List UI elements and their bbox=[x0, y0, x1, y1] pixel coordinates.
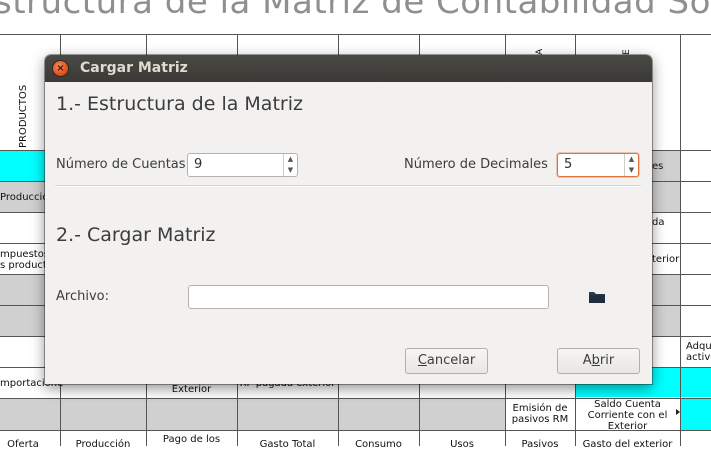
chevron-down-icon[interactable]: ▼ bbox=[284, 165, 297, 176]
cancel-button[interactable]: Cancelar bbox=[405, 348, 488, 374]
num-cuentas-label: Número de Cuentas: bbox=[56, 157, 190, 172]
cell-saldo: Saldo Cuenta Corriente con el Exterior bbox=[587, 399, 668, 432]
cell-fragment: Adqu activo bbox=[686, 341, 711, 363]
open-button[interactable]: Abrir bbox=[557, 348, 640, 374]
num-decimales-label: Número de Decimales bbox=[404, 157, 548, 172]
bottom-cell: Consumo bbox=[355, 439, 402, 450]
cell-shaded bbox=[652, 181, 680, 212]
cargar-matriz-dialog: × Cargar Matriz 1.- Estructura de la Mat… bbox=[45, 55, 652, 384]
cell-shaded bbox=[0, 305, 45, 337]
cell-shaded bbox=[0, 398, 505, 430]
spinner-arrows[interactable]: ▲ ▼ bbox=[283, 154, 297, 176]
num-cuentas-input[interactable] bbox=[194, 157, 254, 172]
section1-title: 1.- Estructura de la Matriz bbox=[56, 93, 303, 115]
cell-shaded bbox=[652, 274, 680, 305]
cell-fragment: terior bbox=[652, 254, 680, 265]
section-separator bbox=[55, 185, 641, 187]
bottom-cell: Gasto del exterior bbox=[582, 439, 673, 450]
cell-fragment: da bbox=[652, 217, 665, 228]
cell-highlight bbox=[680, 398, 711, 430]
archivo-input[interactable] bbox=[188, 285, 549, 309]
bottom-cell: Usos bbox=[450, 439, 474, 450]
cell-shaded bbox=[0, 274, 45, 305]
bottom-cell: Gasto Total bbox=[259, 439, 316, 450]
row-label-impuestos: mpuestos s producto bbox=[0, 249, 53, 271]
cell-exterior: Exterior bbox=[171, 384, 212, 395]
cell-emision: Emisión de pasivos RM bbox=[511, 403, 569, 425]
folder-icon[interactable] bbox=[588, 289, 606, 305]
cell-shaded bbox=[652, 305, 680, 337]
chevron-up-icon[interactable]: ▲ bbox=[284, 154, 297, 165]
close-icon[interactable]: × bbox=[53, 61, 68, 76]
row-label-produccion: Producció bbox=[0, 192, 49, 203]
header-productos: PRODUCTOS bbox=[18, 84, 29, 148]
bottom-cell: Producción bbox=[75, 439, 131, 450]
cell-highlight bbox=[680, 367, 711, 397]
cell-highlight bbox=[0, 151, 45, 181]
num-cuentas-spinner[interactable]: ▲ ▼ bbox=[187, 153, 298, 177]
spinner-arrows[interactable]: ▲ ▼ bbox=[624, 154, 638, 176]
num-decimales-spinner[interactable]: ▲ ▼ bbox=[557, 153, 639, 177]
cell-fragment: es bbox=[652, 161, 664, 172]
dialog-title: Cargar Matriz bbox=[80, 60, 188, 76]
dialog-titlebar[interactable]: × Cargar Matriz bbox=[45, 55, 652, 82]
archivo-label: Archivo: bbox=[56, 289, 109, 304]
section2-title: 2.- Cargar Matriz bbox=[56, 224, 216, 246]
expand-arrow-icon bbox=[676, 409, 680, 415]
bottom-cell: Oferta bbox=[7, 439, 39, 450]
chevron-down-icon[interactable]: ▼ bbox=[625, 165, 638, 176]
chevron-up-icon[interactable]: ▲ bbox=[625, 154, 638, 165]
num-decimales-input[interactable] bbox=[564, 157, 624, 172]
bottom-cell: Pasivos bbox=[521, 439, 559, 450]
bottom-cell: Pago de los bbox=[162, 434, 221, 445]
